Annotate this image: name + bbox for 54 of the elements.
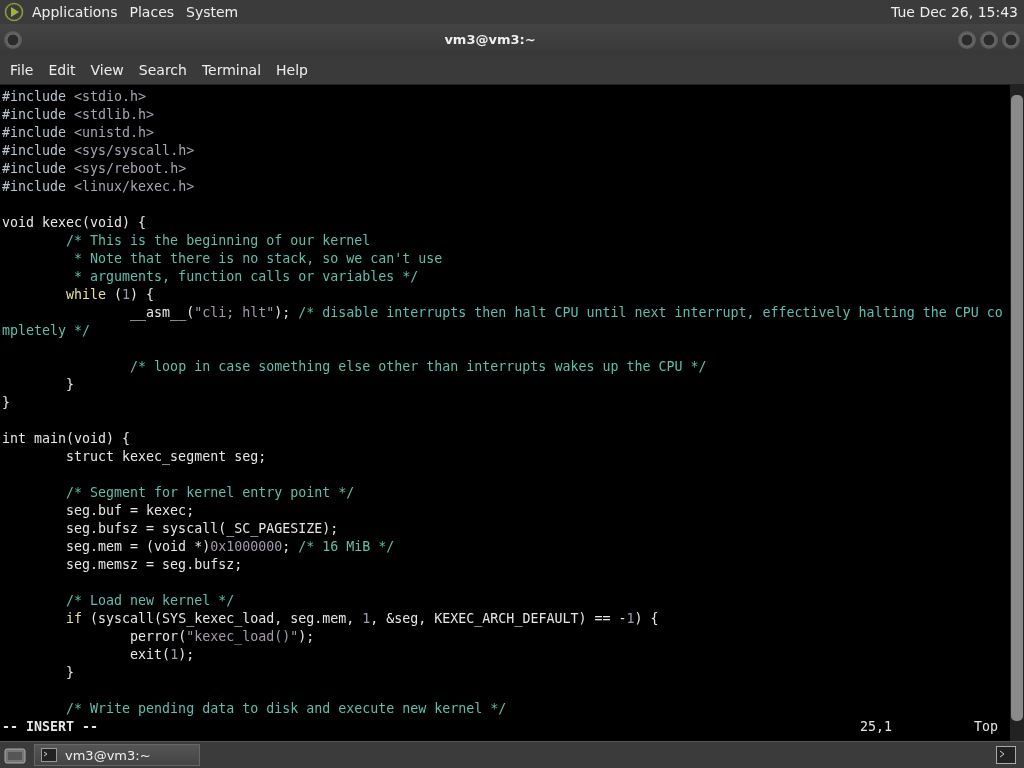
code-line: /* This is the beginning of our kernel [65,233,371,248]
code-line: perror("kexec_load()"); [129,629,315,644]
code-line: #include <stdio.h> [2,89,147,104]
cursor-position: 25,1 [859,718,893,736]
code-line: } [65,377,75,392]
code-line: if (syscall(SYS_kexec_load, seg.mem, 1, &seg, KEXEC_ARCH_DEFAULT) == -1) { [65,611,659,626]
maximize-button[interactable] [980,30,998,49]
scrollbar[interactable] [1010,85,1024,741]
code-line: seg.bufsz = syscall(_SC_PAGESIZE); [65,521,339,536]
menu-item[interactable]: Edit [42,59,85,80]
close-button[interactable] [1002,30,1020,49]
code-line: #include <stdlib.h> [2,107,155,122]
code-line: seg.mem = (void *)0x1000000; /* 16 MiB */ [65,539,395,554]
window-title: vm3@vm3:~ [443,32,537,47]
distro-logo-icon[interactable] [4,2,24,22]
code-line: exit(1); [129,647,195,662]
code-line: * arguments, function calls or variables */ [73,269,419,284]
terminal-icon [41,748,57,762]
code-line: /* Load new kernel */ [65,593,235,608]
code-line: __asm__("cli; hlt"); /* disable interrupts then halt CPU until next interrupt, effectively halting the CPU co [129,305,1003,320]
scroll-position: Top [973,718,998,736]
code-line: /* loop in case something else other than interrupts wakes up the CPU */ [129,359,707,374]
code-line: seg.memsz = seg.bufsz; [65,557,243,572]
code-line: void kexec(void) { [2,215,147,230]
minimize-button[interactable] [958,30,976,49]
menu-item[interactable]: Help [270,59,317,80]
menu-item[interactable]: Terminal [195,59,271,80]
code-line: #include <sys/reboot.h> [2,161,187,176]
code-line: mpletely */ [2,323,91,338]
panel-menu[interactable]: Applications [32,4,118,20]
clock[interactable]: Tue Dec 26, 15:43 [891,4,1018,20]
code-line: seg.buf = kexec; [65,503,195,518]
window-menu-button[interactable] [4,30,22,49]
code-line: int main(void) { [2,431,131,446]
terminal-icon[interactable] [996,746,1016,764]
desktop-icon[interactable] [4,746,26,764]
menu-item[interactable]: Search [132,59,196,80]
code-line: /* Segment for kernel entry point */ [65,485,355,500]
code-line: } [2,395,10,410]
mode-indicator: -- INSERT -- [2,718,99,736]
code-line: #include <sys/syscall.h> [2,143,195,158]
menu-item[interactable]: View [84,59,133,80]
code-line: #include <linux/kexec.h> [2,179,195,194]
code-line: struct kexec_segment seg; [65,449,267,464]
panel-menu[interactable]: System [186,4,239,20]
code-line: #include <unistd.h> [2,125,155,140]
panel-menu[interactable]: Places [129,4,175,20]
scrollbar-thumb[interactable] [1011,95,1023,721]
taskbar-window-button[interactable]: vm3@vm3:~ [34,744,200,766]
code-line: /* Write pending data to disk and execute new kernel */ [65,701,507,716]
code-line: while (1) { [65,287,155,302]
menu-item[interactable]: File [4,59,43,80]
code-line: * Note that there is no stack, so we can't use [73,251,443,266]
code-line: } [65,665,75,680]
